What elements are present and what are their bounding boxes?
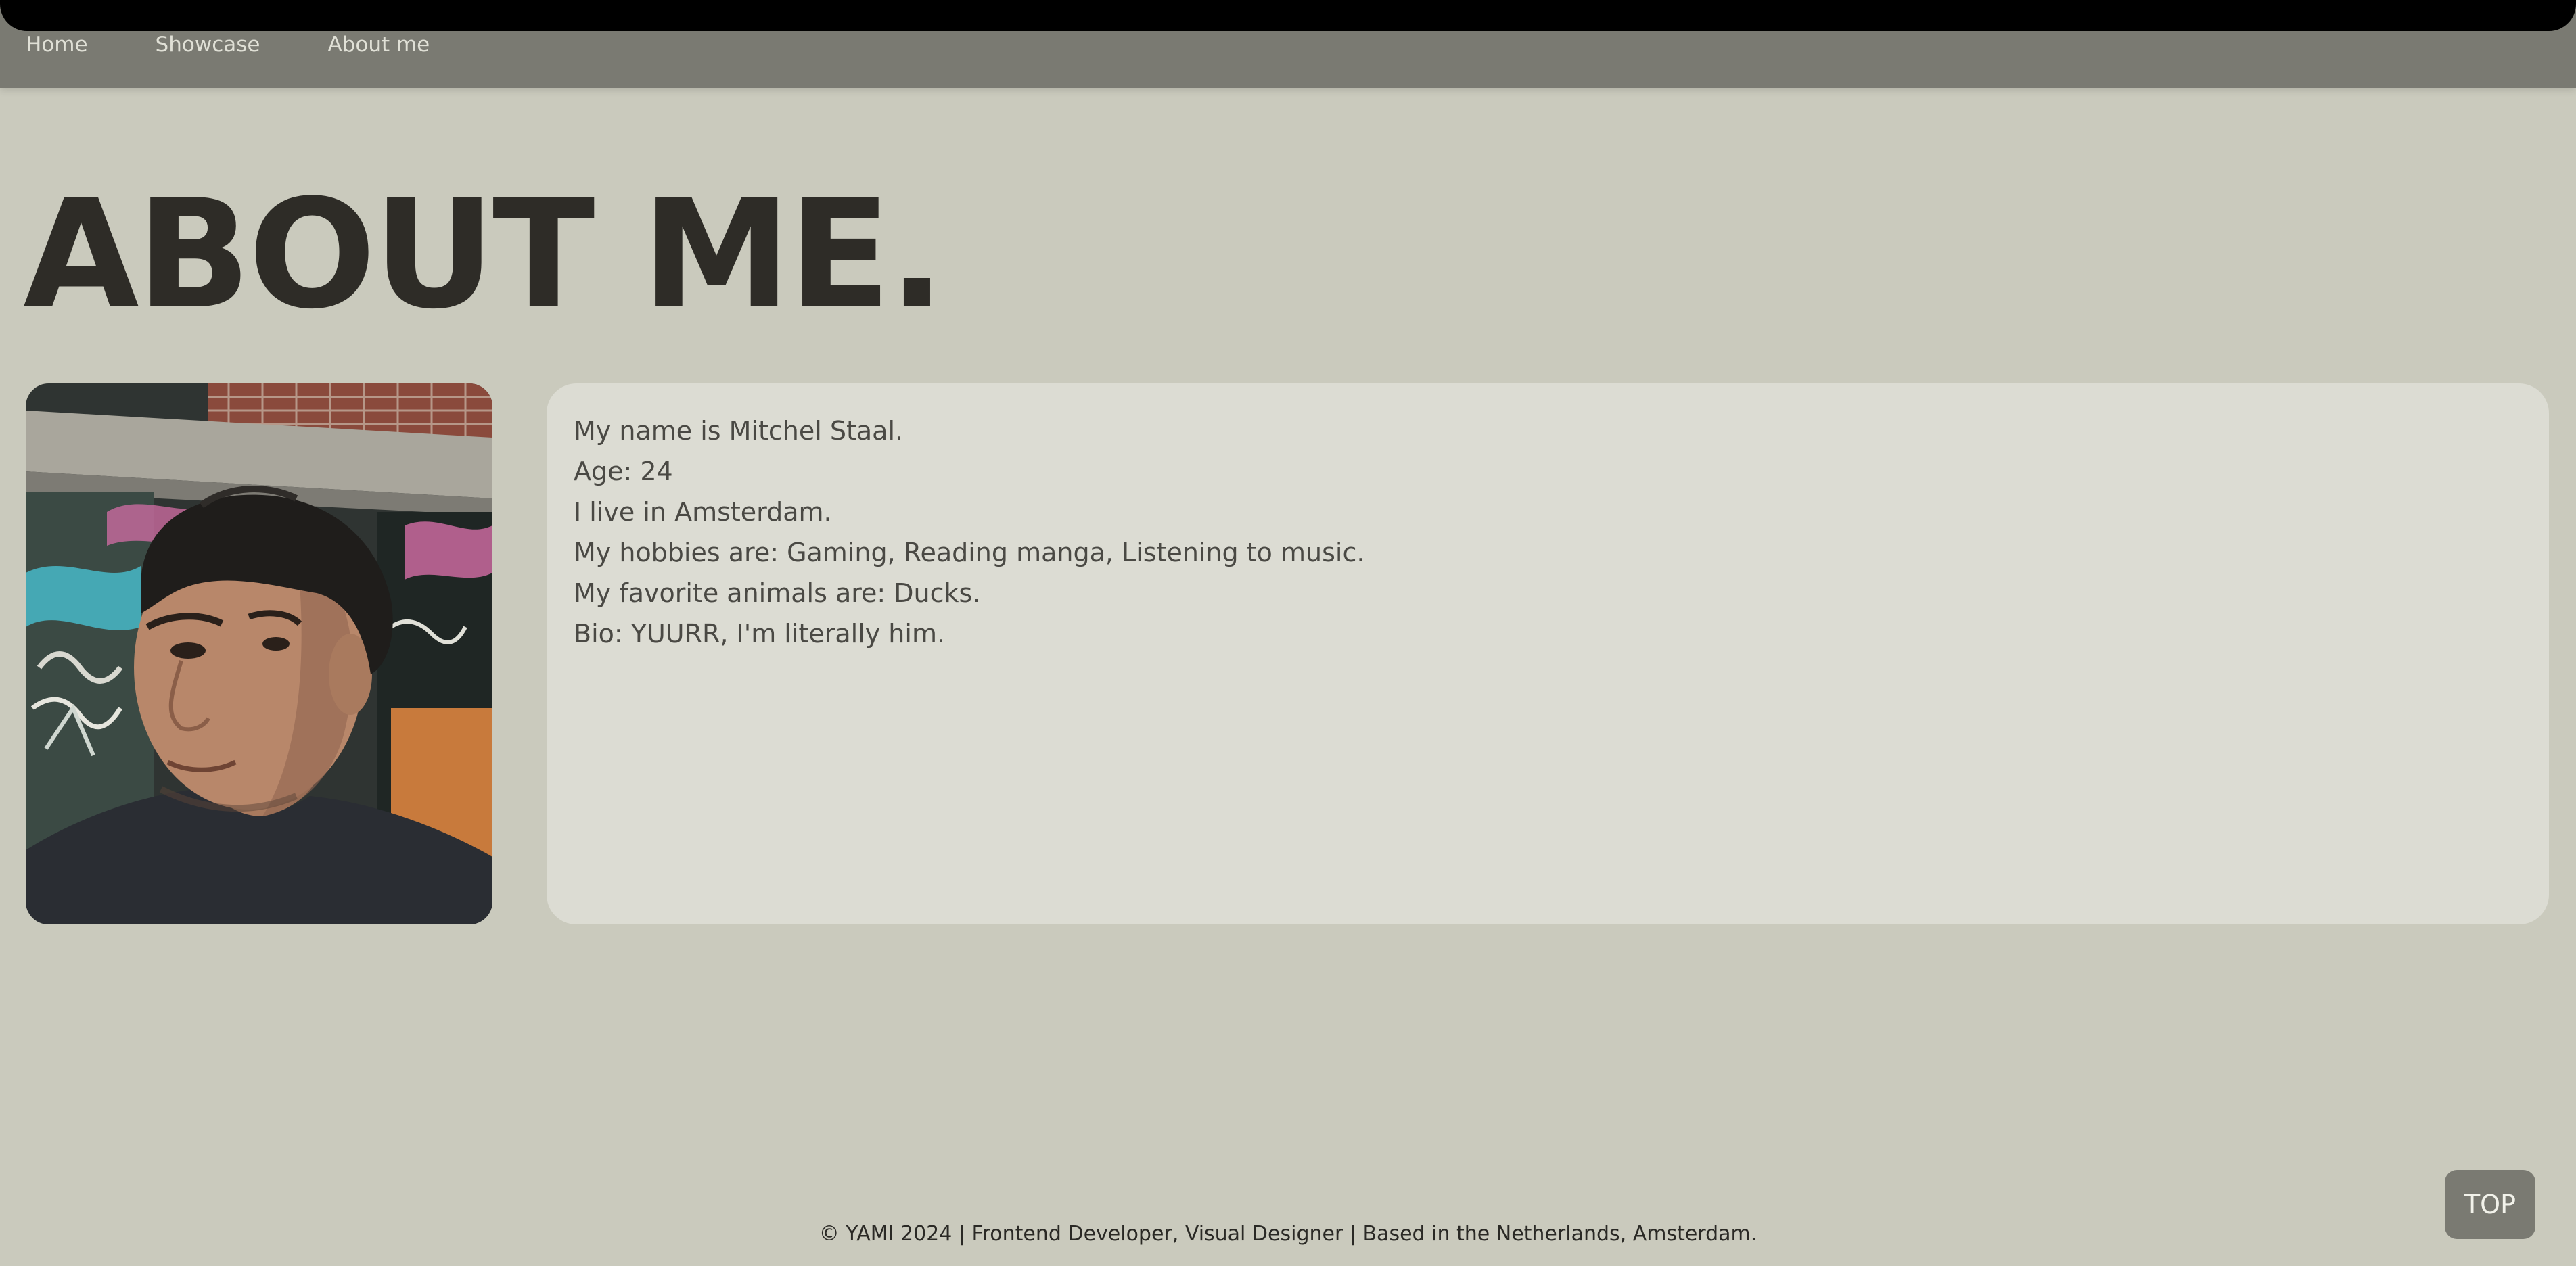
about-name-line: My name is Mitchel Staal.: [574, 416, 904, 446]
about-info-card: My name is Mitchel Staal. Age: 24 I live…: [547, 383, 2549, 924]
scroll-to-top-button[interactable]: TOP: [2445, 1170, 2535, 1239]
page-title: ABOUT ME.: [23, 168, 946, 342]
about-info-list: My name is Mitchel Staal. Age: 24 I live…: [574, 411, 1364, 654]
nav-links: Home Showcase About me: [26, 30, 430, 60]
about-hobbies-line: My hobbies are: Gaming, Reading manga, L…: [574, 538, 1365, 567]
profile-photo-illustration: [26, 383, 492, 924]
footer-text: © YAMI 2024 | Frontend Developer, Visual…: [819, 1222, 1757, 1246]
nav-home-link[interactable]: Home: [26, 30, 88, 60]
about-animals-line: My favorite animals are: Ducks.: [574, 578, 981, 608]
top-black-bar: [0, 0, 2576, 31]
about-location-line: I live in Amsterdam.: [574, 497, 832, 527]
nav-about-link[interactable]: About me: [327, 30, 430, 60]
nav-showcase-link[interactable]: Showcase: [156, 30, 260, 60]
about-bio-line: Bio: YUURR, I'm literally him.: [574, 619, 946, 649]
about-age-line: Age: 24: [574, 456, 673, 486]
profile-photo: [26, 383, 492, 924]
